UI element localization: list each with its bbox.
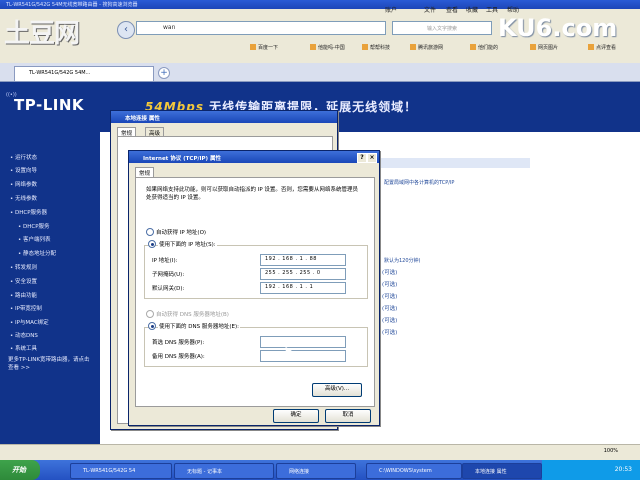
radio-manual-ip[interactable] [148,240,156,248]
optional-label: (可选) [382,318,398,324]
radio-manual-dns-label: 使用下面的 DNS 服务器地址(E): [158,322,240,330]
dialog-tab-panel: 如果网络支持此功能，则可以获取自动指派的 IP 设置。否则，您需要从网络系统管理… [135,177,375,407]
clock: 20:53 [614,466,632,473]
nav-item[interactable]: • 运行状态 [10,153,37,161]
browser-status-bar: 100% [0,444,640,460]
nav-item[interactable]: • 无线参数 [10,194,37,202]
radio-auto-dns-label: 自动获得 DNS 服务器地址(B) [156,312,229,318]
address-text: wan [163,24,176,31]
intro-text: 如果网络支持此功能，则可以获取自动指派的 IP 设置。否则，您需要从网络系统管理… [146,187,358,201]
alternate-dns-field[interactable] [260,350,346,362]
optional-label: (可选) [382,294,398,300]
fav-item[interactable]: 百度一下 [250,44,278,51]
subnet-mask-field[interactable]: 255 . 255 . 255 . 0 [260,268,346,280]
fav-item[interactable]: 腾讯旅游网 [410,44,443,51]
help-icon[interactable]: ? [357,153,367,163]
cancel-button[interactable]: 取消 [325,409,371,423]
taskbar-item-network[interactable]: 网络连接 [276,463,356,479]
nav-item[interactable]: • IP与MAC绑定 [10,318,49,326]
taskbar-item-local-connection[interactable]: 本地连接 属性 [462,463,542,479]
optional-label: (可选) [382,306,398,312]
menu-favorites[interactable]: 收藏 [466,5,478,14]
nav-item[interactable]: • 动态DNS [10,331,38,339]
dialog-title-bar: Internet 协议 (TCP/IP) 属性 ? × [129,151,379,163]
browser-tab[interactable]: TL-WR541G/542G 54M... [14,66,154,81]
optional-label: (可选) [382,270,398,276]
taskbar-item-browser[interactable]: TL-WR541G/542G 54 [70,463,172,479]
nav-subitem[interactable]: • 静态地址分配 [18,249,56,257]
tp-link-logo: TP-LINK [14,96,85,114]
fav-item[interactable]: 他能吗-中国 [310,44,345,51]
nav-item[interactable]: • 系统工具 [10,344,37,352]
radio-auto-ip[interactable] [146,228,154,236]
gateway-field[interactable]: 192 . 168 . 1 . 1 [260,282,346,294]
system-tray: 20:53 [542,460,640,480]
help-text: 默认为120分钟) [384,258,421,264]
nav-item[interactable]: • IP带宽控制 [10,304,42,312]
preferred-dns-field[interactable] [260,336,346,348]
nav-item[interactable]: • 设置向导 [10,166,37,174]
new-tab-button[interactable]: + [158,67,170,79]
nav-subitem[interactable]: • 客户端列表 [18,235,51,243]
menu-account[interactable]: 账户 [385,5,397,14]
preferred-dns-label: 首选 DNS 服务器(P): [152,340,205,346]
fav-item[interactable]: 点评查看 [588,44,616,51]
ip-address-label: IP 地址(I): [152,258,178,264]
gateway-label: 默认网关(D): [152,286,185,292]
content-header-bar [380,158,530,168]
radio-auto-dns[interactable] [146,310,154,318]
menu-tools[interactable]: 工具 [486,5,498,14]
radio-auto-ip-label: 自动获得 IP 地址(O) [156,230,207,236]
back-button[interactable]: ‹ [117,21,135,39]
taskbar-item-cmd[interactable]: C:\WINDOWS\system [366,463,462,479]
fav-item[interactable]: 帮帮科技 [362,44,390,51]
nav-subitem[interactable]: • DHCP服务 [18,222,50,230]
search-input[interactable]: 输入文字搜索 [392,21,492,35]
alternate-dns-label: 备用 DNS 服务器(A): [152,354,205,360]
favorites-bar: 百度一下 他能吗-中国 帮帮科技 腾讯旅游网 他们能的 网页图片 点评查看 [0,42,640,56]
radio-manual-dns[interactable] [148,322,156,330]
nav-item[interactable]: • 网络参数 [10,180,37,188]
taskbar-item-notepad[interactable]: 无标题 - 记事本 [174,463,274,479]
tcpip-properties-dialog: Internet 协议 (TCP/IP) 属性 ? × 常规 如果网络支持此功能… [128,150,380,426]
router-sidebar [0,132,100,444]
optional-label: (可选) [382,282,398,288]
zoom-level[interactable]: 100% [604,448,618,454]
fav-item[interactable]: 他们能的 [470,44,498,51]
address-bar[interactable]: wan [136,21,386,35]
help-text: 配置局域网中各计算机的TCP/IP [384,180,455,186]
radio-manual-ip-label: 使用下面的 IP 地址(S): [158,240,217,248]
ok-button[interactable]: 确定 [273,409,319,423]
nav-item[interactable]: • 转发规则 [10,263,37,271]
sidebar-more-link[interactable]: 更多TP-LINK宽带路由器，请点击查看 >> [8,356,92,372]
nav-item[interactable]: • 安全设置 [10,277,37,285]
dialog-title-bar: 本地连接 属性 [111,111,337,123]
nav-item[interactable]: • DHCP服务器 [10,208,47,216]
menu-file[interactable]: 文件 [424,5,436,14]
close-icon[interactable]: × [367,153,377,163]
advanced-button[interactable]: 高级(V)... [312,383,362,397]
fav-item[interactable]: 网页图片 [530,44,558,51]
menu-help[interactable]: 帮助 [507,5,519,14]
start-button[interactable]: 开始 [0,460,40,480]
nav-item[interactable]: • 路由功能 [10,291,37,299]
optional-label: (可选) [382,330,398,336]
menu-view[interactable]: 查看 [446,5,458,14]
ip-address-field[interactable]: 192 . 168 . 1 . 88 [260,254,346,266]
subnet-mask-label: 子网掩码(U): [152,272,185,278]
